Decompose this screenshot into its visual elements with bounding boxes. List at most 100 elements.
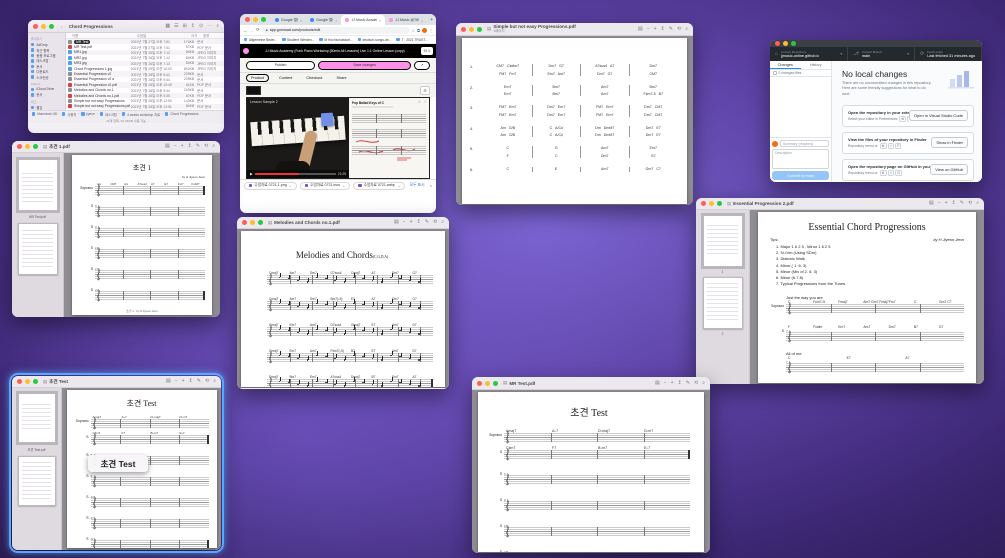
card-action-button[interactable]: View on GitHub bbox=[930, 164, 968, 176]
zoom-out-icon[interactable]: − bbox=[647, 26, 650, 32]
browser-tab[interactable]: JJ Music Academy (Fu× bbox=[341, 15, 386, 25]
back-icon[interactable]: ‹ bbox=[61, 24, 62, 29]
bookmark-item[interactable]: M Hochschulstart... bbox=[319, 38, 353, 42]
markup-icon[interactable]: ✎ bbox=[960, 201, 964, 206]
window-controls[interactable] bbox=[12, 144, 43, 149]
table-row[interactable]: Essential Progression v2 2021년 7월 28일 오후 … bbox=[66, 71, 224, 77]
share-icon[interactable]: ↥ bbox=[417, 220, 421, 225]
zoom-out-icon[interactable]: − bbox=[938, 201, 941, 206]
column-header-크기[interactable]: 크기 bbox=[180, 33, 197, 38]
forward-icon[interactable]: → bbox=[250, 28, 255, 33]
zoom-in-icon[interactable]: + bbox=[410, 220, 413, 225]
table-row[interactable]: Melodies and Chords no.1 2021년 7월 28일 오후 … bbox=[66, 88, 224, 93]
zoom-out-icon[interactable]: − bbox=[175, 379, 178, 384]
toolbar-repository[interactable]: ⌂ Current Repository jjmusic-online.github… bbox=[770, 47, 849, 61]
sidebar-icon[interactable]: ▤ bbox=[394, 220, 399, 225]
sidebar-toggle-icon[interactable]: ▤ bbox=[43, 144, 47, 150]
profile-avatar[interactable] bbox=[422, 27, 427, 33]
grid-view-icon[interactable]: ▦ bbox=[165, 23, 170, 29]
thumbnail-sidebar[interactable]: 초견 Test.pdf bbox=[12, 388, 62, 550]
sidebar-toggle-icon[interactable]: ▤ bbox=[43, 379, 47, 385]
search-icon[interactable]: ⌕ bbox=[212, 144, 215, 149]
browser-tab[interactable]: Google 캘린더× bbox=[306, 15, 341, 25]
search-icon[interactable]: ⌕ bbox=[685, 26, 688, 32]
rotate-icon[interactable]: ⟲ bbox=[677, 26, 681, 32]
rotate-icon[interactable]: ⟲ bbox=[694, 380, 698, 386]
table-row[interactable]: MR Test 2021년 7월 27일 오후 7:51 174KB 문서 bbox=[66, 39, 224, 45]
extensions-icon[interactable]: ⧉ bbox=[417, 28, 420, 33]
table-row[interactable]: Melodies and Chords no.1.pdf 2021년 7월 28일… bbox=[66, 92, 224, 99]
share-icon[interactable]: ↥ bbox=[191, 23, 195, 29]
download-item[interactable]: 수업자료 0721-1.png ⌄ bbox=[244, 181, 297, 190]
chevron-down-icon[interactable]: ⌄ bbox=[397, 184, 400, 188]
tab-close-icon[interactable]: × bbox=[300, 18, 302, 23]
card-action-button[interactable]: Open in Visual Studio Code bbox=[908, 110, 968, 122]
play-icon[interactable]: ▶ bbox=[250, 172, 253, 176]
publish-button[interactable]: Publish bbox=[246, 60, 316, 70]
table-row[interactable]: MR Test.pdf 2021년 7월 27일 오후 7:51 57KB PDF 문… bbox=[66, 44, 224, 50]
github-desktop-window[interactable]: ⌂ Current Repository jjmusic-online.github… bbox=[770, 40, 982, 182]
search-icon[interactable]: ⌕ bbox=[213, 379, 216, 384]
tab-share[interactable]: Share bbox=[332, 75, 350, 81]
sidebar-icon[interactable]: ▤ bbox=[929, 201, 934, 206]
save-changes-button[interactable]: Save changes bbox=[318, 60, 411, 70]
path-item[interactable]: jiyeon bbox=[87, 112, 95, 116]
tab-close-icon[interactable]: × bbox=[335, 18, 337, 23]
settings-button[interactable]: ⚙︎ bbox=[420, 86, 430, 95]
table-row[interactable]: MR1.jpg 2021년 7월 26일 오후 7:12 84KB JPEG 이미지 bbox=[66, 49, 224, 56]
new-tab-button[interactable]: + bbox=[427, 17, 436, 25]
toolbar-fetch[interactable]: ⟳ Fetch origin Last fetched 31 minutes ago bbox=[915, 47, 982, 61]
file-list[interactable]: MR Test 2021년 7월 27일 오후 7:51 174KB 문서 MR Tes… bbox=[66, 39, 224, 110]
zoom-out-icon[interactable]: − bbox=[174, 144, 177, 149]
window-controls[interactable] bbox=[240, 17, 271, 25]
card-action-button[interactable]: Show in Finder bbox=[931, 137, 968, 149]
sidebar-toggle-icon[interactable]: ▤ bbox=[727, 201, 731, 207]
sidebar-icon[interactable]: ▤ bbox=[638, 26, 643, 32]
search-icon[interactable]: ⌕ bbox=[441, 220, 444, 225]
thumbnail-sidebar[interactable]: MR Test.pdf bbox=[12, 153, 64, 317]
tab-close-icon[interactable]: × bbox=[379, 18, 381, 23]
checkbox[interactable] bbox=[773, 71, 777, 75]
markup-icon[interactable]: ✎ bbox=[197, 379, 201, 384]
bookmark-item[interactable]: T · 2021 TRUST... bbox=[396, 38, 428, 42]
pip-icon[interactable]: ⇱ bbox=[424, 100, 427, 104]
commit-button[interactable]: Commit to main bbox=[772, 171, 829, 180]
sight1-window[interactable]: ▤ 초견 1.pdf ▤ − + ↥ ✎ ⟲ ⌕ MR Test.pdf 초견 1 by H … bbox=[12, 141, 220, 317]
rotate-icon[interactable]: ⟲ bbox=[204, 144, 208, 149]
column-header-수정일[interactable]: 수정일 bbox=[131, 33, 180, 38]
tab-content[interactable]: Content bbox=[275, 75, 296, 81]
table-row[interactable]: Essential Progression v2.pdf 2021년 7월 28일… bbox=[66, 82, 224, 88]
simple-progressions-window[interactable]: ▤ Simple but not easy Progressions.pdf 1… bbox=[456, 23, 693, 205]
description-input[interactable]: Description bbox=[772, 149, 829, 169]
page-thumbnail[interactable] bbox=[17, 456, 56, 506]
window-controls[interactable] bbox=[28, 23, 59, 29]
zoom-out-icon[interactable]: − bbox=[403, 220, 406, 225]
page-thumbnail[interactable] bbox=[702, 277, 743, 329]
tab-checkout[interactable]: Checkout bbox=[302, 75, 326, 81]
reload-icon[interactable]: ⟳ bbox=[256, 27, 260, 33]
window-controls[interactable] bbox=[472, 380, 503, 386]
sidebar-item-스크린샷[interactable]: 스크린샷 bbox=[31, 74, 65, 80]
sidebar-item-문서[interactable]: 문서 bbox=[31, 92, 65, 97]
sidebar-toggle-icon[interactable]: ▤ bbox=[487, 26, 491, 32]
download-item[interactable]: 수업자료 0721.webp ⌄ bbox=[353, 181, 406, 190]
path-item[interactable]: 사용자 bbox=[67, 112, 76, 117]
share-icon[interactable]: ↥ bbox=[952, 201, 956, 206]
sidebar-icon[interactable]: ▤ bbox=[655, 380, 660, 386]
page-thumbnail[interactable] bbox=[15, 391, 58, 445]
share-icon[interactable]: ↥ bbox=[661, 26, 665, 32]
sidebar-icon[interactable]: ▤ bbox=[165, 144, 170, 149]
menu-icon[interactable]: ⋮ bbox=[429, 28, 433, 33]
lesson-thumbnail[interactable] bbox=[246, 86, 261, 95]
rotate-icon[interactable]: ⟲ bbox=[968, 201, 972, 206]
page-thumbnail[interactable] bbox=[15, 157, 60, 213]
path-item[interactable]: 4 weeks workshop 자료 bbox=[127, 112, 160, 117]
tab-history[interactable]: History bbox=[801, 61, 832, 69]
table-row[interactable]: MR2.jpg 2021년 7월 26일 오후 7:12 84KB JPEG 이미지 bbox=[66, 55, 224, 60]
thumbnail-sidebar[interactable]: 1 2 bbox=[696, 210, 750, 384]
download-item[interactable]: 수업자료 0721.mov ⌄ bbox=[299, 181, 351, 190]
table-row[interactable]: Essential Progression v2 a 2021년 7월 28일 오… bbox=[66, 77, 224, 82]
zoom-in-icon[interactable]: + bbox=[182, 379, 185, 384]
zoom-in-icon[interactable]: + bbox=[671, 380, 674, 386]
share-icon[interactable]: ↥ bbox=[189, 379, 193, 384]
